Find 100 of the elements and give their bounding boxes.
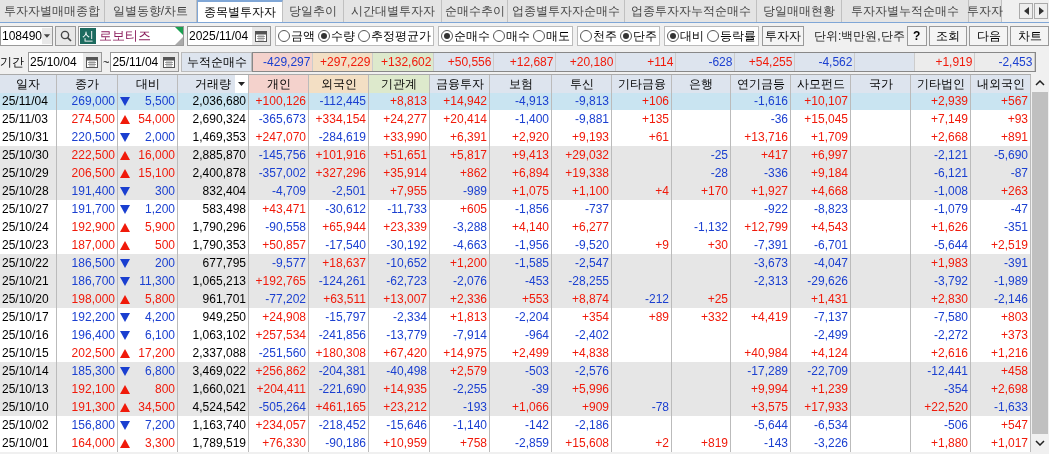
table-row[interactable]: 25/10/24 192,900 5,900 1,790,296 -90,558 +65,944 +23,339 -3,288 +4,140 +6,277 -1,132 +12,799 +4,543 +1,626 -351	[0, 218, 1031, 236]
column-header[interactable]: 일자	[0, 75, 57, 93]
down-triangle-icon	[120, 420, 130, 430]
cumulative-value: +20,180	[556, 53, 617, 71]
scroll-right-button[interactable]	[1034, 3, 1048, 19]
column-header[interactable]: 투신	[552, 75, 612, 93]
start-date-field[interactable]: 25/10/04	[28, 52, 102, 72]
investor-button[interactable]: 투자자	[762, 26, 804, 46]
table-row[interactable]: 25/10/22 186,500 200 677,795 -9,577 +18,637 -10,652 +1,200 -1,585 -2,547 -3,673 -4,047 +1,983 -391	[0, 254, 1031, 272]
scrollbar-thumb[interactable]	[1032, 92, 1048, 434]
table-row[interactable]: 25/10/16 196,400 6,100 1,063,102 +257,534 -241,856 -13,779 -7,914 -964 -2,402 -2,499 -2,272 +373	[0, 326, 1031, 344]
column-header[interactable]: 종가	[57, 75, 118, 93]
search-icon	[59, 30, 72, 42]
column-header[interactable]: 내외국인	[971, 75, 1031, 93]
table-row[interactable]: 25/10/17 192,200 4,200 949,250 +24,908 -15,797 -2,334 +1,813 -2,204 +354 +89 +332 +4,419 -7,137 -7,580 +803	[0, 308, 1031, 326]
tab[interactable]: 투자자	[969, 0, 1002, 22]
column-header[interactable]: 은행	[672, 75, 731, 93]
table-row[interactable]: 25/10/21 186,700 11,300 1,065,213 +192,765 -124,261 -62,723 -2,076 -453 -28,255 -2,313 -29,626 -3,792 -1,989	[0, 272, 1031, 290]
table-cell: +10,959	[369, 434, 430, 452]
column-header[interactable]: 거래량	[178, 75, 249, 93]
stock-name-field[interactable]: 신 로보티즈	[78, 26, 184, 46]
table-cell-text: 5,900	[144, 219, 175, 236]
radio-option[interactable]: 등락률	[707, 27, 756, 45]
table-cell-text: 6,800	[144, 363, 175, 380]
table-row[interactable]: 25/10/14 185,300 6,800 3,469,022 +256,862 -204,381 -40,498 +2,579 -503 -2,576 -17,289 -22,709 -12,441 +458	[0, 362, 1031, 380]
table-cell-text: 200	[154, 255, 175, 272]
table-cell-text: 54,000	[138, 111, 175, 128]
table-row[interactable]: 25/10/29 206,500 15,100 2,400,878 -357,002 +327,296 +35,914 +862 +6,894 +19,338 -28 -336 +9,184 -6,121 -87	[0, 164, 1031, 182]
tab[interactable]: 시간대별투자자	[344, 0, 442, 22]
corner-icon	[175, 27, 183, 45]
column-header[interactable]: 기타금융	[612, 75, 672, 93]
toolbar-button[interactable]: 다음	[969, 26, 1009, 46]
down-triangle-icon	[120, 132, 130, 142]
table-row[interactable]: 25/10/30 222,500 16,000 2,885,870 -145,756 +101,916 +51,651 +5,817 +9,413 +29,032 -25 +417 +6,997 -2,121 -5,690	[0, 146, 1031, 164]
table-row[interactable]: 25/11/03 274,500 54,000 2,690,324 -365,673 +334,154 +24,277 +20,414 -1,400 -9,881 +135 -36 +15,045 +7,149 +93	[0, 110, 1031, 128]
table-row[interactable]: 25/10/01 164,000 3,300 1,789,519 +76,330 -90,186 +10,959 +758 -2,859 +15,608 +2 +819 -143 -3,226 +1,880 +1,017	[0, 434, 1031, 452]
table-cell-text: 300	[154, 183, 175, 200]
radio-option[interactable]: 천주	[580, 27, 617, 45]
tab[interactable]: 일별동향/차트	[105, 0, 197, 22]
code-field[interactable]: 108490	[0, 26, 53, 46]
range-separator: ~	[102, 54, 111, 70]
column-header[interactable]: 기관계	[369, 75, 430, 93]
up-triangle-icon	[120, 294, 130, 304]
table-cell: -90,186	[309, 434, 369, 452]
dropdown-icon	[42, 27, 52, 45]
column-header[interactable]: 금융투자	[430, 75, 490, 93]
search-button[interactable]	[55, 26, 76, 46]
radio-option[interactable]: 순매수	[441, 27, 490, 45]
column-header[interactable]: 기타법인	[911, 75, 971, 93]
toolbar-button[interactable]: 조회	[928, 26, 968, 46]
radio-option[interactable]: 추정평균가	[358, 27, 431, 45]
tab[interactable]: 종목별투자자	[197, 0, 283, 22]
cumulative-label: 누적순매수	[181, 52, 253, 72]
toolbar-button[interactable]: ?	[906, 26, 927, 46]
column-header[interactable]: 연기금등	[731, 75, 791, 93]
radio-option[interactable]: 매도	[533, 27, 570, 45]
column-header[interactable]: 사모펀드	[791, 75, 851, 93]
table-cell-text: 1,200	[144, 201, 175, 218]
table-row[interactable]: 25/10/23 187,000 500 1,790,353 +50,857 -17,540 -30,192 -4,663 -1,956 -9,520 +9 +30 -7,391 -6,701 -5,644 +2,519	[0, 236, 1031, 254]
table-row[interactable]: 25/10/15 202,500 17,200 2,337,088 -251,560 +180,308 +67,420 +14,975 +2,499 +4,838 +40,984 +4,124 +2,616 +1,216	[0, 344, 1031, 362]
tab[interactable]: 투자자별매매종합	[0, 0, 105, 22]
tab[interactable]: 당일매매현황	[757, 0, 842, 22]
column-header[interactable]: 국가	[851, 75, 911, 93]
date-field[interactable]: 2025/11/04	[187, 26, 271, 46]
down-triangle-icon	[120, 96, 130, 106]
table-cell-text: 7,200	[144, 417, 175, 434]
table-cell: +819	[672, 434, 731, 452]
table-cell-text: 17,200	[138, 345, 175, 362]
end-date-field[interactable]: 25/11/04	[110, 52, 180, 72]
table-row[interactable]: 25/10/20 198,000 5,800 961,701 -77,202 +63,511 +13,007 +2,336 +553 +8,874 -212 +25 +1,431 +2,830 -2,146	[0, 290, 1031, 308]
table-cell: -143	[731, 434, 791, 452]
tab[interactable]: 순매수추이	[442, 0, 508, 22]
tab[interactable]: 당일추이	[283, 0, 344, 22]
toolbar-button[interactable]: 차트	[1010, 26, 1049, 46]
table-row[interactable]: 25/10/28 191,400 300 832,404 -4,709 -2,501 +7,955 -989 +1,075 +1,100 +4 +170 +1,927 +4,668 -1,008 +263	[0, 182, 1031, 200]
column-header[interactable]: 외국인	[309, 75, 369, 93]
table-cell: +1,880	[911, 434, 971, 452]
radio-option[interactable]: 금액	[278, 27, 315, 45]
tab[interactable]: 업종투자자누적순매수	[625, 0, 757, 22]
radio-option[interactable]: 수량	[318, 27, 355, 45]
scroll-left-button[interactable]	[1019, 3, 1033, 19]
radio-option[interactable]: 대비	[667, 27, 704, 45]
column-header[interactable]: 보험	[490, 75, 552, 93]
tab[interactable]: 업종별투자자순매수	[508, 0, 625, 22]
table-row[interactable]: 25/10/10 191,300 34,500 4,524,542 -505,264 +461,165 +23,212 -193 +1,066 +909 -78 +3,575 +17,933 +22,520 -1,633	[0, 398, 1031, 416]
cumulative-value: +114	[616, 53, 677, 71]
radio-option[interactable]: 매수	[493, 27, 530, 45]
table-cell: +2	[612, 434, 672, 452]
column-header[interactable]: 개인	[249, 75, 309, 93]
table-row[interactable]: 25/10/27 191,700 1,200 583,498 +43,471 -30,612 -11,733 +605 -1,856 -737 -922 -8,823 -1,079 -47	[0, 200, 1031, 218]
up-triangle-icon	[120, 348, 130, 358]
column-header[interactable]: 대비	[118, 75, 178, 93]
unit-label: 단위:백만원,단주	[814, 28, 905, 45]
table-cell-text: 11,300	[139, 273, 175, 290]
table-row[interactable]: 25/10/02 156,800 7,200 1,163,740 +234,057 -218,452 -15,646 -1,140 -142 -2,186 -5,644 -6,534 -506 +547	[0, 416, 1031, 434]
table-row[interactable]: 25/10/31 220,500 2,000 1,469,353 +247,070 -284,619 +33,990 +6,391 +2,920 +9,193 +61 +13,716 +1,709 +2,668 +891	[0, 128, 1031, 146]
table-cell-text: 2,000	[144, 129, 175, 146]
radio-option[interactable]: 단주	[620, 27, 657, 45]
table-row[interactable]: 25/10/13 192,100 800 1,660,021 +204,411 -221,690 +14,935 -2,255 -39 +5,996 +9,994 +1,239 -354 +2,698	[0, 380, 1031, 398]
tab[interactable]: 투자자별누적순매수	[842, 0, 969, 22]
